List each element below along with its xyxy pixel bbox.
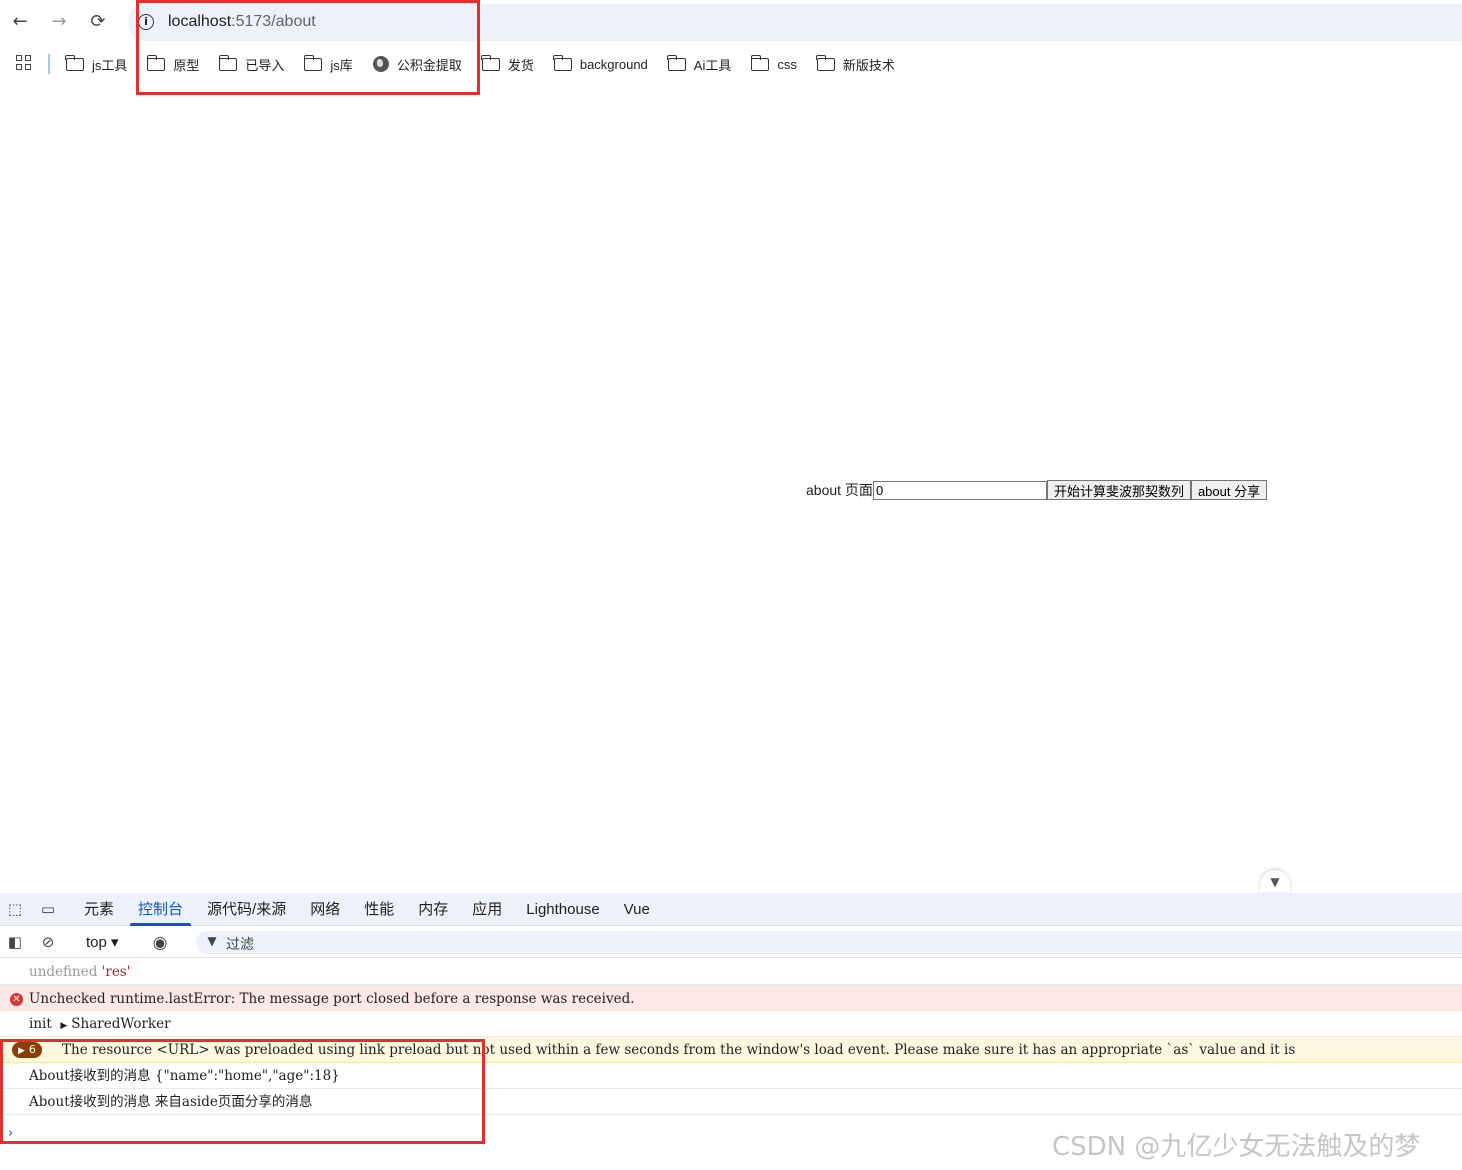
context-caret-icon: ▾ — [111, 934, 119, 951]
bookmark-label: 新版技术 — [842, 57, 895, 73]
log-message-2: About接收到的消息 来自aside页面分享的消息 — [29, 1094, 313, 1110]
fibonacci-button[interactable]: 开始计算斐波那契数列 — [1046, 480, 1191, 500]
folder-icon — [667, 54, 686, 71]
console-toolbar: ◧ ⊘ top ▾ ◉ ▼ 过滤 — [0, 926, 1462, 958]
bookmarks-separator — [48, 54, 50, 74]
chevron-down-icon[interactable]: ▼ — [1260, 870, 1290, 892]
watermark: CSDN @九亿少女无法触及的梦 — [1052, 1132, 1421, 1162]
number-input[interactable] — [872, 480, 1047, 500]
device-toolbar-icon[interactable]: ▭ — [38, 900, 58, 918]
bookmark-label: background — [579, 56, 648, 72]
context-label: top — [86, 934, 107, 951]
devtools-tab[interactable]: 性能 — [352, 893, 406, 926]
expand-triangle-icon[interactable]: ▶ — [60, 1021, 67, 1031]
bookmark-label: js工具 — [92, 57, 128, 73]
clear-console-icon[interactable]: ⊘ — [38, 933, 58, 951]
page-label: about 页面 — [806, 482, 873, 498]
console-prompt-icon[interactable]: › — [8, 1126, 13, 1141]
console-error-line: ✕ Unchecked runtime.lastError: The messag… — [0, 985, 1462, 1011]
folder-icon — [218, 54, 238, 71]
filter-input[interactable]: ▼ 过滤 — [196, 931, 1462, 954]
bookmark-label: css — [777, 56, 797, 72]
devtools-tab[interactable]: 源代码/来源 — [195, 893, 298, 926]
bookmarks-bar: js工具 原型 已导入 js库 公积金提取 发货 background Ai工具 css 新版技术 — [0, 44, 1462, 84]
forward-arrow-icon[interactable]: → — [47, 10, 71, 34]
bookmark-item[interactable]: background — [553, 54, 648, 74]
reload-icon[interactable]: ⟳ — [86, 10, 110, 34]
console-warning-line[interactable]: ▶ 6 The resource <URL> was preloaded using… — [0, 1037, 1462, 1063]
devtools-tabs: 元素 控制台 源代码/来源 网络 性能 内存 应用 Lighthouse Vue — [72, 893, 662, 926]
devtools-tab[interactable]: 网络 — [298, 893, 352, 926]
browser-toolbar: ← → ⟳ i localhost:5173/about — [0, 0, 1462, 44]
devtools-tab[interactable]: 控制台 — [126, 893, 195, 926]
url-path: :5173/about — [231, 13, 316, 30]
bookmark-item[interactable]: 原型 — [146, 54, 200, 74]
filter-placeholder: 过滤 — [226, 936, 254, 952]
console-string: 'res' — [101, 964, 131, 980]
bookmark-list: js工具 原型 已导入 js库 公积金提取 发货 background Ai工具 css 新版技术 — [65, 54, 915, 74]
console-undefined: undefined — [29, 964, 98, 980]
about-page-row: about 页面 开始计算斐波那契数列 about 分享 — [806, 480, 1268, 500]
bookmark-item[interactable]: 发货 — [481, 54, 534, 74]
bookmark-label: 已导入 — [245, 57, 285, 73]
console-log-line: About接收到的消息 {"name":"home","age":18} — [0, 1063, 1462, 1089]
url-text[interactable]: localhost:5173/about — [168, 13, 316, 31]
bookmark-item[interactable]: js库 — [303, 54, 353, 74]
bookmark-label: 发货 — [507, 57, 534, 73]
bookmark-label: js库 — [330, 57, 353, 73]
console-output: undefined 'res' ✕ Unchecked runtime.lastE… — [0, 959, 1462, 1115]
folder-icon — [481, 54, 500, 71]
console-log-line: About接收到的消息 来自aside页面分享的消息 — [0, 1089, 1462, 1115]
globe-icon — [372, 56, 389, 72]
devtools-tab-bar: ⬚ ▭ 元素 控制台 源代码/来源 网络 性能 内存 应用 Lighthouse Vue — [0, 893, 1462, 926]
bookmark-label: 原型 — [173, 57, 200, 73]
shared-worker-label[interactable]: SharedWorker — [71, 1016, 170, 1032]
folder-icon — [553, 54, 572, 71]
warning-count-badge[interactable]: ▶ 6 — [12, 1042, 42, 1058]
expand-triangle-icon: ▶ — [18, 1046, 25, 1056]
console-line: init ▶ SharedWorker — [0, 1011, 1462, 1037]
warning-count: 6 — [28, 1043, 36, 1056]
bookmark-label: 公积金提取 — [396, 57, 462, 73]
bookmark-item[interactable]: 已导入 — [218, 54, 285, 74]
devtools-tab[interactable]: 元素 — [72, 893, 126, 926]
eye-icon[interactable]: ◉ — [150, 933, 170, 953]
apps-grid-icon[interactable] — [16, 55, 32, 71]
address-bar[interactable]: i localhost:5173/about — [128, 4, 1462, 41]
sidebar-toggle-icon[interactable]: ◧ — [5, 933, 25, 951]
console-line: undefined 'res' — [0, 959, 1462, 985]
init-label: init — [29, 1016, 52, 1032]
log-message-1: About接收到的消息 {"name":"home","age":18} — [29, 1068, 340, 1084]
devtools-tab[interactable]: 内存 — [406, 893, 460, 926]
folder-icon — [303, 54, 323, 71]
devtools-tab[interactable]: Vue — [612, 893, 662, 926]
bookmark-item[interactable]: css — [750, 54, 797, 74]
url-host: localhost — [168, 13, 232, 30]
devtools-tab[interactable]: Lighthouse — [514, 893, 611, 926]
folder-icon — [65, 54, 84, 71]
devtools-tab[interactable]: 应用 — [460, 893, 514, 926]
share-button[interactable]: about 分享 — [1190, 480, 1268, 500]
error-message: Unchecked runtime.lastError: The message… — [29, 991, 635, 1007]
error-icon: ✕ — [10, 993, 23, 1006]
site-info-icon[interactable]: i — [138, 14, 154, 30]
bookmark-item[interactable]: 公积金提取 — [372, 54, 462, 74]
warning-message: The resource <URL> was preloaded using l… — [62, 1042, 1296, 1058]
bookmark-item[interactable]: Ai工具 — [667, 54, 732, 74]
back-arrow-icon[interactable]: ← — [8, 10, 32, 34]
bookmark-label: Ai工具 — [693, 57, 732, 73]
folder-icon — [750, 54, 770, 71]
folder-icon — [146, 54, 166, 71]
bookmark-item[interactable]: js工具 — [65, 54, 128, 74]
filter-icon: ▼ — [207, 934, 217, 948]
bookmark-item[interactable]: 新版技术 — [816, 54, 895, 74]
context-selector[interactable]: top ▾ — [86, 933, 119, 951]
folder-icon — [816, 54, 835, 71]
inspect-element-icon[interactable]: ⬚ — [5, 900, 25, 918]
